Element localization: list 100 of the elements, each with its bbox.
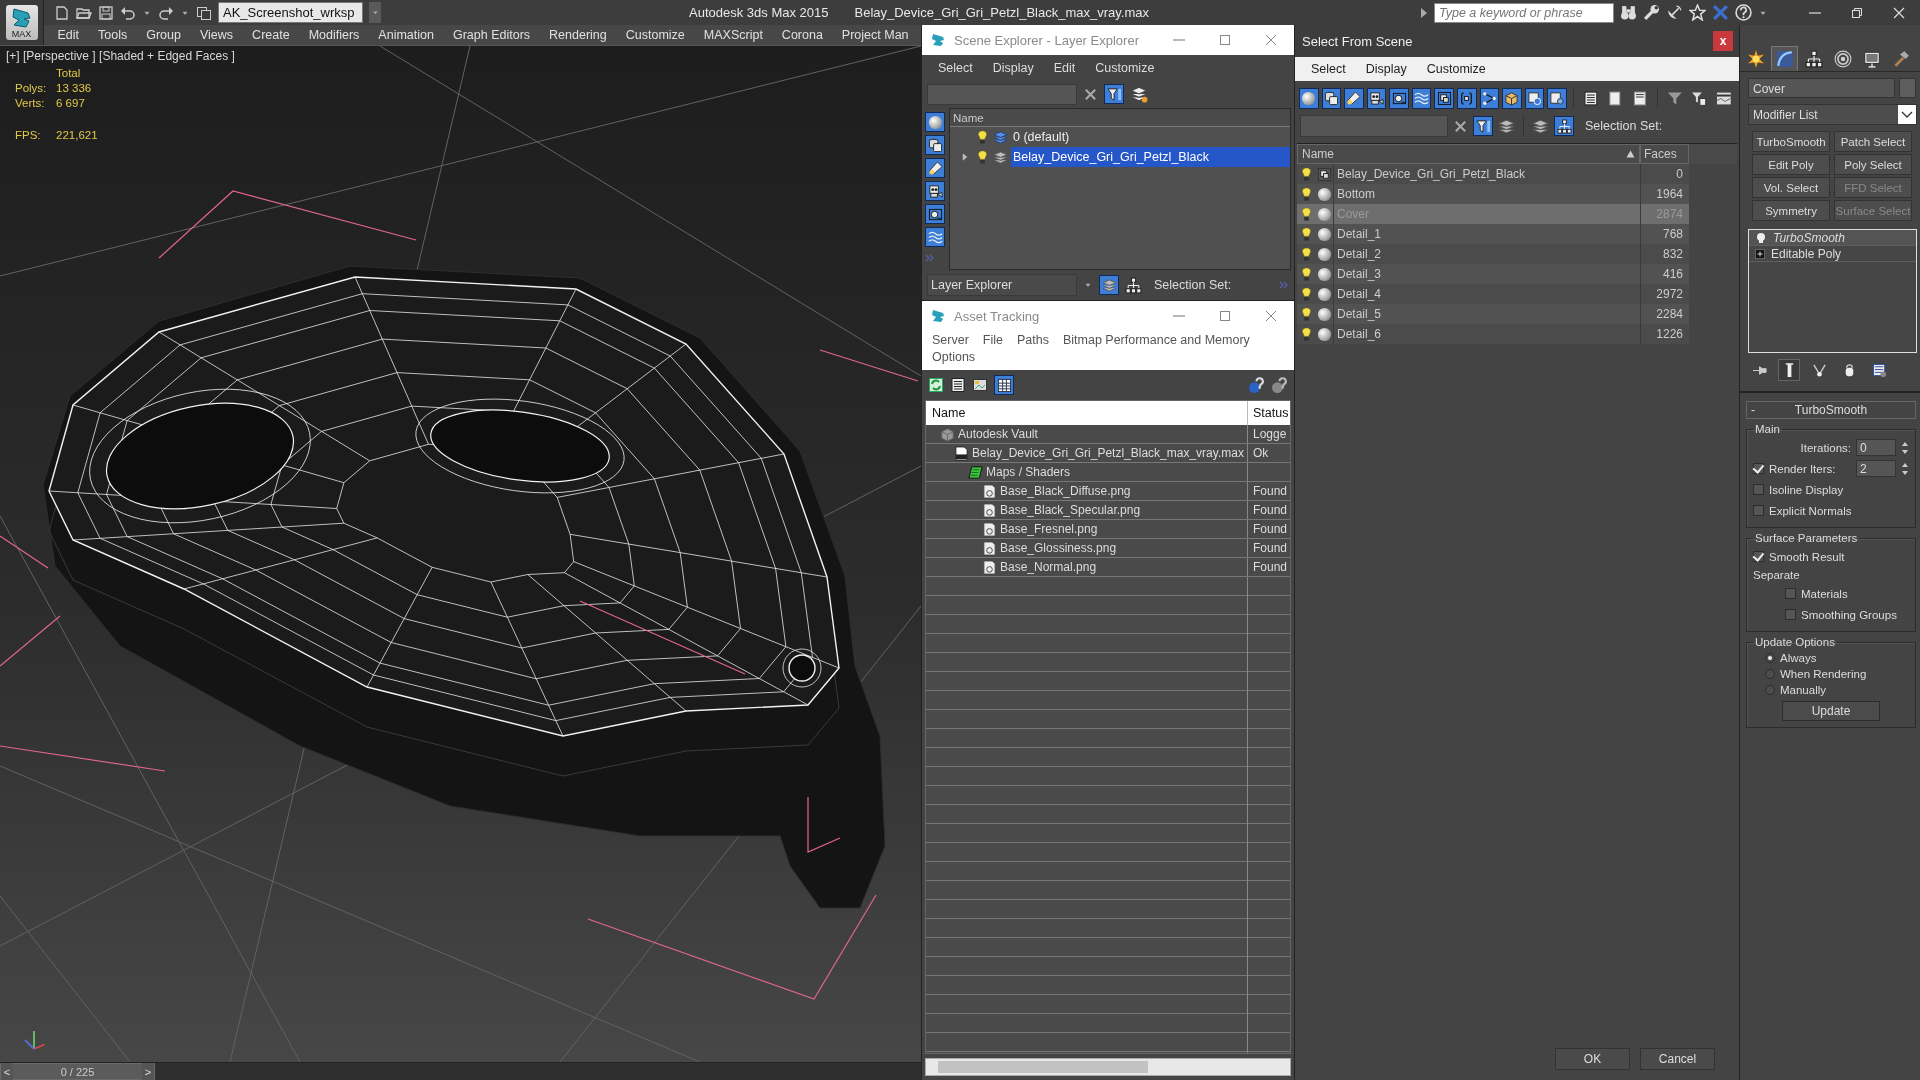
object-row[interactable]: Belay_Device_Gri_Gri_Petzl_Black 0: [1297, 164, 1689, 184]
next-frame-button[interactable]: >: [142, 1063, 154, 1080]
asset-name[interactable]: Base_Fresnel.png: [1000, 522, 1098, 536]
modifier-button[interactable]: Poly Select: [1834, 154, 1912, 175]
clear-icon[interactable]: [1453, 118, 1468, 134]
checkbox[interactable]: [1753, 463, 1764, 474]
number-field[interactable]: 2: [1856, 460, 1896, 477]
modifier-button[interactable]: Vol. Select: [1752, 177, 1830, 198]
menu-item[interactable]: Tools: [88, 28, 137, 42]
sphere-toggle[interactable]: [925, 112, 945, 132]
modifier-button[interactable]: TurboSmooth: [1752, 131, 1830, 152]
checkbox[interactable]: [1753, 551, 1764, 562]
document-icon[interactable]: [1632, 89, 1648, 107]
layers-icon[interactable]: [1532, 117, 1549, 135]
shapes-toggle[interactable]: [1321, 87, 1342, 109]
object-row[interactable]: Detail_1 768: [1297, 224, 1689, 244]
menu-item[interactable]: Customize: [1416, 62, 1496, 76]
expand-plus-icon[interactable]: [1755, 248, 1765, 259]
box-pin-toggle[interactable]: [1547, 87, 1567, 109]
stack-item[interactable]: Editable Poly: [1771, 246, 1842, 261]
time-slider-thumb[interactable]: < 0 / 225 >: [0, 1063, 155, 1080]
modifier-list-dropdown[interactable]: Modifier List: [1748, 104, 1917, 125]
color-swatch[interactable]: [1899, 78, 1916, 98]
menu-item[interactable]: Group: [136, 28, 191, 42]
column-header[interactable]: Name: [1297, 144, 1640, 164]
asset-name[interactable]: Base_Normal.png: [1000, 560, 1097, 574]
waves-toggle[interactable]: [1411, 87, 1432, 109]
checkbox[interactable]: [1753, 484, 1764, 495]
redo-icon[interactable]: [158, 4, 174, 21]
horizontal-scrollbar[interactable]: [925, 1058, 1291, 1076]
update-button[interactable]: Update: [1782, 701, 1880, 721]
table-toggle[interactable]: [994, 375, 1014, 395]
shapes-toggle[interactable]: [925, 135, 945, 155]
menu-item[interactable]: Bitmap Performance and Memory: [1056, 333, 1258, 347]
radio-button[interactable]: [1765, 653, 1775, 663]
filter-toggle[interactable]: [1473, 116, 1493, 136]
search-field[interactable]: Type a keyword or phrase: [1434, 2, 1614, 23]
asset-name[interactable]: Maps / Shaders: [986, 465, 1071, 479]
menu-item[interactable]: Modifiers: [299, 28, 369, 42]
asset-name[interactable]: Base_Glossiness.png: [1000, 541, 1117, 555]
help-icon[interactable]: [1271, 376, 1288, 394]
binoculars-icon[interactable]: [1620, 4, 1637, 21]
group-toggle[interactable]: [1434, 87, 1454, 109]
modifier-button[interactable]: Symmetry: [1752, 200, 1830, 221]
asset-name[interactable]: Autodesk Vault: [958, 427, 1038, 441]
box-gear-toggle[interactable]: [1524, 87, 1545, 109]
layer-item[interactable]: Belay_Device_Gri_Gri_Petzl_Black: [1011, 147, 1290, 167]
help-icon[interactable]: [1248, 376, 1265, 394]
scrollbar-thumb[interactable]: [938, 1061, 1148, 1073]
help-icon[interactable]: [1735, 4, 1752, 21]
image-icon[interactable]: [972, 377, 988, 393]
camera-toggle[interactable]: [1366, 87, 1387, 109]
workspace-dropdown[interactable]: AK_Screenshot_wrksp: [218, 2, 363, 23]
object-row[interactable]: Detail_4 2972: [1297, 284, 1689, 304]
application-button[interactable]: MAX: [5, 5, 38, 40]
layers-icon[interactable]: [1130, 85, 1148, 103]
list-icon[interactable]: [950, 377, 966, 393]
save-icon[interactable]: [98, 4, 114, 21]
menu-item[interactable]: File: [976, 333, 1011, 347]
menu-item[interactable]: Create: [242, 28, 300, 42]
viewport[interactable]: [+] [Perspective ] [Shaded + Edged Faces ] Total Polys: 13 336 Verts: 6 697 FPS: 221,621: [0, 45, 921, 1062]
list-icon[interactable]: [1582, 89, 1599, 107]
previous-frame-button[interactable]: <: [1, 1063, 13, 1080]
menu-item[interactable]: Project Man: [832, 28, 919, 42]
tape-measure-toggle[interactable]: [1389, 87, 1409, 109]
modifier-button[interactable]: Patch Select: [1834, 131, 1912, 152]
bracket-toggle[interactable]: [1456, 87, 1477, 109]
asset-name[interactable]: Base_Black_Specular.png: [1000, 503, 1141, 517]
menu-item[interactable]: Customize: [1085, 60, 1165, 75]
spotlight-toggle[interactable]: [1344, 87, 1364, 109]
menu-item[interactable]: Display: [1355, 62, 1417, 76]
time-slider-track[interactable]: < 0 / 225 >: [0, 1063, 921, 1080]
hierarchy-icon[interactable]: [1125, 276, 1142, 294]
search-field[interactable]: [1300, 115, 1448, 137]
menu-item[interactable]: Display: [982, 60, 1044, 75]
checkbox[interactable]: [1785, 609, 1796, 620]
viewport-label[interactable]: [+] [Perspective ] [Shaded + Edged Faces ]: [6, 49, 235, 63]
clear-icon[interactable]: [1083, 86, 1098, 102]
menu-item[interactable]: MAXScript: [694, 28, 773, 42]
node-link-toggle[interactable]: [1479, 87, 1500, 109]
menu-item[interactable]: Views: [190, 28, 243, 42]
layer-item[interactable]: 0 (default): [1011, 127, 1290, 147]
menu-item[interactable]: Edit: [48, 28, 89, 42]
menu-item[interactable]: Select: [928, 60, 983, 75]
menu-item[interactable]: Paths: [1011, 333, 1057, 347]
window-icon[interactable]: [196, 4, 212, 21]
number-field[interactable]: 0: [1856, 439, 1896, 456]
object-row[interactable]: Detail_2 832: [1297, 244, 1689, 264]
ok-button[interactable]: OK: [1555, 1048, 1630, 1070]
radio-button[interactable]: [1765, 685, 1775, 695]
column-header[interactable]: Name: [926, 401, 1248, 425]
camera-toggle[interactable]: [925, 181, 945, 201]
asset-name[interactable]: Base_Black_Diffuse.png: [1000, 484, 1131, 498]
menu-item[interactable]: Customize: [616, 28, 695, 42]
rollout-header[interactable]: - TurboSmooth: [1746, 401, 1916, 419]
modifier-button[interactable]: Edit Poly: [1752, 154, 1830, 175]
sphere-toggle[interactable]: [1299, 87, 1319, 109]
menu-item[interactable]: Server: [926, 333, 977, 347]
new-file-icon[interactable]: [54, 4, 70, 21]
light-bulb-icon[interactable]: [1755, 231, 1767, 244]
